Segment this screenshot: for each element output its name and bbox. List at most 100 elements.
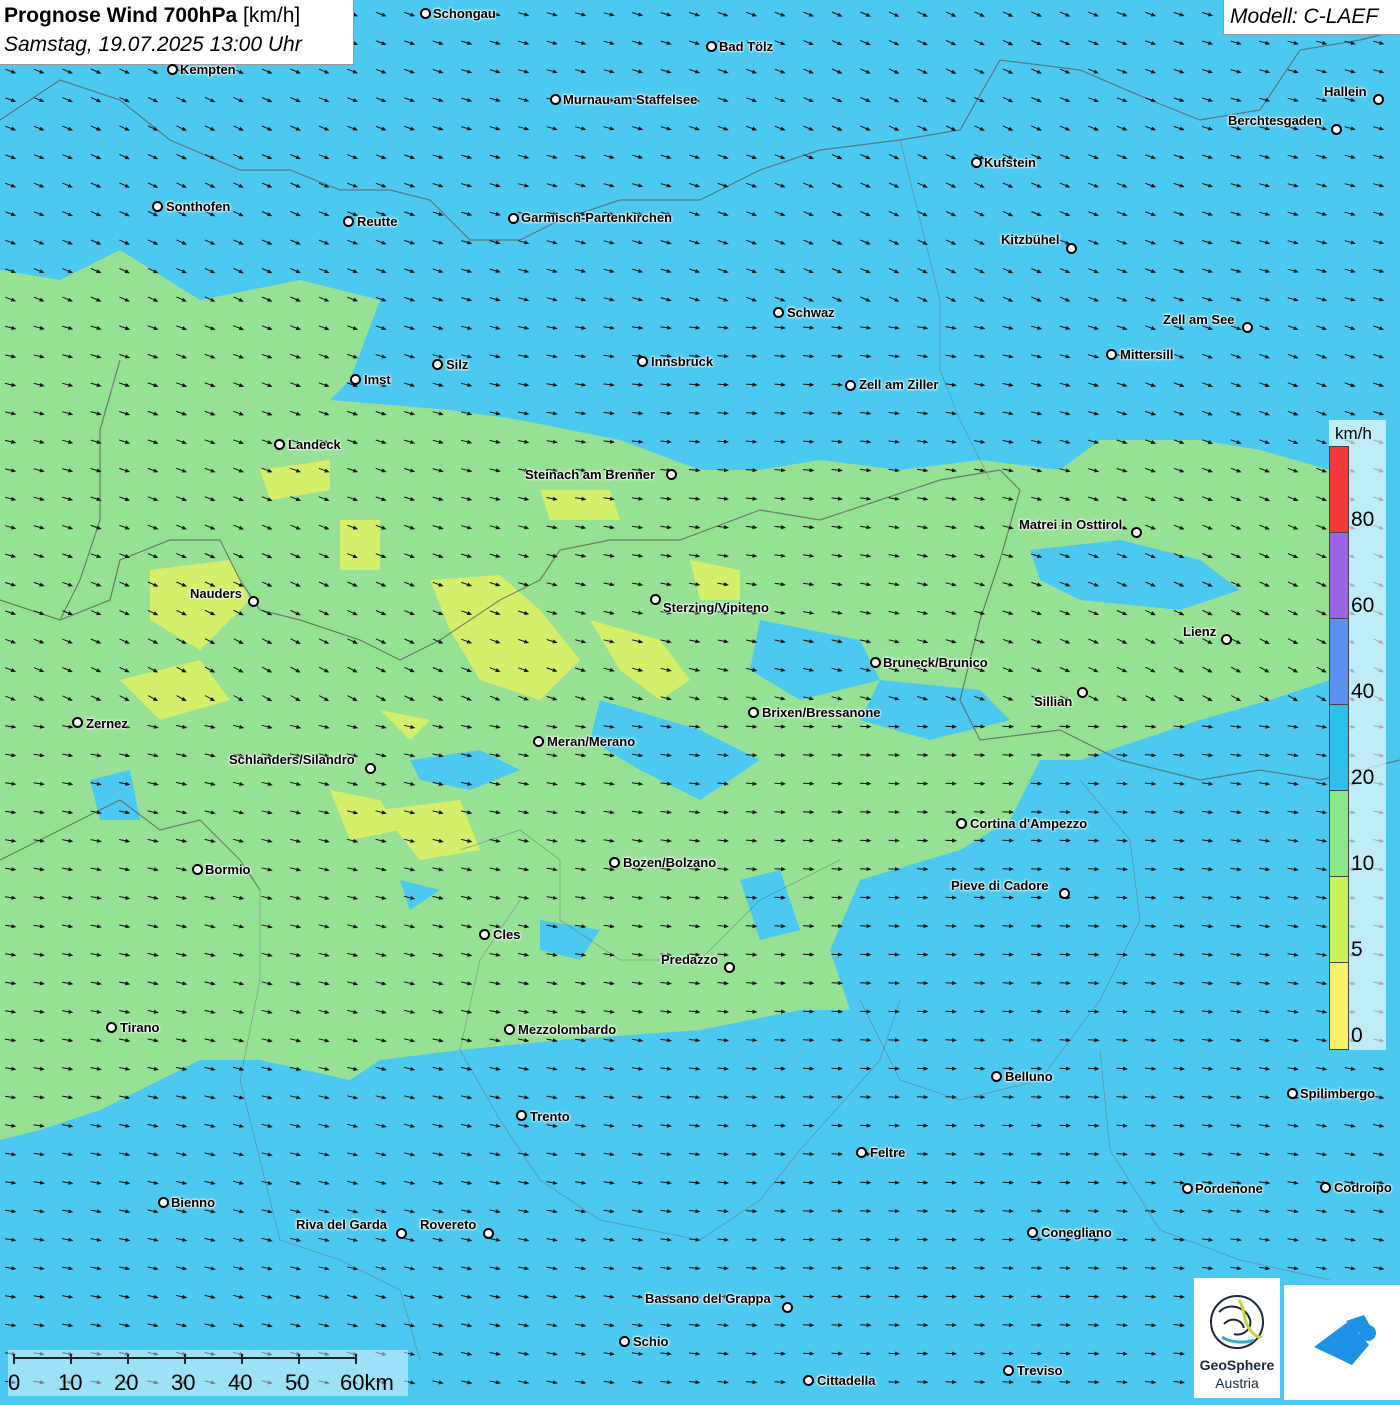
legend-label-10: 10 <box>1351 852 1374 876</box>
city-dot <box>724 962 735 973</box>
city-dot <box>748 707 759 718</box>
logo-name-line2: Austria <box>1194 1375 1280 1391</box>
legend-label-20: 20 <box>1351 766 1374 790</box>
city-dot <box>158 1197 169 1208</box>
legend-swatch-80 <box>1330 447 1348 533</box>
city-label: Reutte <box>357 214 397 229</box>
city-dot <box>991 1071 1002 1082</box>
scale-ticks <box>8 1350 408 1370</box>
city-dot <box>483 1228 494 1239</box>
city-dot <box>106 1022 117 1033</box>
app-arrow-icon <box>1284 1285 1400 1400</box>
city-label: Pieve di Cadore <box>951 878 1049 893</box>
city-dot <box>637 356 648 367</box>
city-dot <box>1242 322 1253 333</box>
city-label: Bozen/Bolzano <box>623 855 716 870</box>
city-label: Spilimbergo <box>1300 1086 1375 1101</box>
city-label: Cittadella <box>817 1373 876 1388</box>
city-label: Mittersill <box>1120 347 1173 362</box>
city-dot <box>803 1375 814 1386</box>
city-dot <box>1003 1365 1014 1376</box>
city-label: Treviso <box>1017 1363 1063 1378</box>
city-label: Zell am Ziller <box>859 377 938 392</box>
city-label: Bienno <box>171 1195 215 1210</box>
map-title: Prognose Wind 700hPa [km/h] <box>4 4 300 28</box>
legend-label-0: 0 <box>1351 1024 1363 1048</box>
legend-swatch-5 <box>1330 877 1348 963</box>
city-label: Bruneck/Brunico <box>883 655 988 670</box>
legend-swatch-10 <box>1330 791 1348 877</box>
city-label: Sterzing/Vipiteno <box>663 600 769 615</box>
city-dot <box>1221 634 1232 645</box>
city-dot <box>619 1336 630 1347</box>
city-label: Schio <box>633 1334 668 1349</box>
city-dot <box>971 157 982 168</box>
legend-label-5: 5 <box>1351 938 1363 962</box>
map-title-main: Prognose Wind 700hPa <box>4 4 237 27</box>
city-dot <box>343 216 354 227</box>
city-label: Schwaz <box>787 305 835 320</box>
city-dot <box>1059 888 1070 899</box>
city-dot <box>432 359 443 370</box>
city-dot <box>72 717 83 728</box>
city-label: Trento <box>530 1109 570 1124</box>
city-dot <box>773 307 784 318</box>
city-dot <box>1066 243 1077 254</box>
city-label: Cortina d'Ampezzo <box>970 816 1087 831</box>
city-dot <box>1373 94 1384 105</box>
city-label: Brixen/Bressanone <box>762 705 881 720</box>
map-title-unit: [km/h] <box>243 4 300 27</box>
title-box: Prognose Wind 700hPa [km/h] Samstag, 19.… <box>0 0 354 65</box>
city-dot <box>248 596 259 607</box>
city-dot <box>396 1228 407 1239</box>
city-dot <box>365 763 376 774</box>
scale-label-20: 20 <box>114 1370 138 1396</box>
city-label: Landeck <box>288 437 341 452</box>
city-label: Murnau am Staffelsee <box>563 92 697 107</box>
legend-label-80: 80 <box>1351 508 1374 532</box>
city-label: Tirano <box>120 1020 160 1035</box>
legend-bar <box>1329 446 1349 1050</box>
city-label: Imst <box>364 372 391 387</box>
city-dot <box>516 1110 527 1121</box>
city-label: Nauders <box>190 586 242 601</box>
city-dot <box>845 380 856 391</box>
city-label: Cles <box>493 927 520 942</box>
city-label: Sillian <box>1034 694 1072 709</box>
city-dot <box>650 594 661 605</box>
logo-name-line1: GeoSphere <box>1194 1357 1280 1373</box>
city-dot <box>1131 527 1142 538</box>
city-label: Sonthofen <box>166 199 230 214</box>
color-legend: km/h 80 60 40 20 10 5 0 <box>1329 420 1386 1050</box>
city-dot <box>508 213 519 224</box>
city-label: Matrei in Osttirol <box>1019 517 1122 532</box>
city-label: Kitzbühel <box>1001 232 1060 247</box>
city-dot <box>1331 124 1342 135</box>
city-dot <box>1027 1227 1038 1238</box>
scale-label-50: 50 <box>285 1370 309 1396</box>
scale-label-60km: 60km <box>340 1370 394 1396</box>
city-label: Silz <box>446 357 468 372</box>
city-dot <box>666 469 677 480</box>
city-label: Feltre <box>870 1145 905 1160</box>
city-dot <box>856 1147 867 1158</box>
city-label: Garmisch-Partenkirchen <box>521 210 672 225</box>
scale-label-30: 30 <box>171 1370 195 1396</box>
city-label: Bormio <box>205 862 251 877</box>
city-dot <box>420 8 431 19</box>
legend-swatch-40 <box>1330 619 1348 705</box>
city-dot <box>550 94 561 105</box>
city-label: Bad Tölz <box>719 39 773 54</box>
scale-label-40: 40 <box>228 1370 252 1396</box>
geosphere-logo[interactable]: GeoSphere Austria <box>1194 1278 1280 1398</box>
city-dot <box>782 1302 793 1313</box>
legend-swatch-0 <box>1330 963 1348 1049</box>
city-label: Steinach am Brenner <box>525 467 655 482</box>
legend-label-60: 60 <box>1351 594 1374 618</box>
app-logo[interactable] <box>1284 1285 1400 1400</box>
city-label: Rovereto <box>420 1217 476 1232</box>
city-label: Kufstein <box>984 155 1036 170</box>
city-label: Hallein <box>1324 84 1367 99</box>
scale-bar: 0 10 20 30 40 50 60km <box>8 1350 408 1396</box>
city-label: Zernez <box>86 716 128 731</box>
